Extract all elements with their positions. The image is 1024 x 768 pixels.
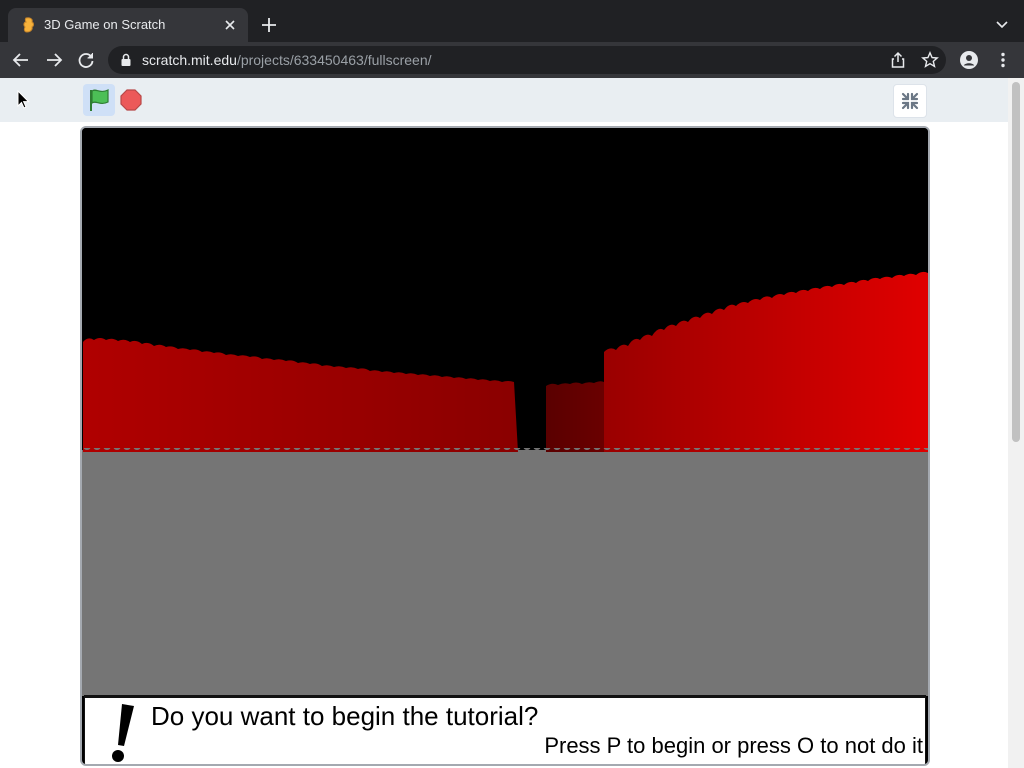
tab-strip: 3D Game on Scratch <box>0 0 1024 42</box>
green-flag-button[interactable] <box>83 84 115 116</box>
game-3d-view <box>82 128 928 696</box>
exclamation-icon <box>112 704 134 762</box>
floor <box>82 450 928 696</box>
exit-fullscreen-button[interactable] <box>893 84 927 118</box>
forward-arrow-icon[interactable] <box>45 51 63 69</box>
center-wall <box>546 381 604 452</box>
browser-tab[interactable]: 3D Game on Scratch <box>8 8 248 42</box>
tutorial-hint: Press P to begin or press O to not do it <box>544 733 923 758</box>
page-scrollbar[interactable] <box>1008 78 1024 768</box>
mouse-pointer-icon <box>17 90 30 109</box>
new-tab-icon[interactable] <box>260 16 278 34</box>
stop-sign-button[interactable] <box>120 89 142 111</box>
tutorial-question: Do you want to begin the tutorial? <box>151 701 539 731</box>
address-bar[interactable]: scratch.mit.edu/projects/633450463/fulls… <box>108 46 946 74</box>
reload-icon[interactable] <box>77 51 95 69</box>
tab-search-chevron-icon[interactable] <box>994 16 1010 32</box>
more-menu-icon[interactable] <box>994 51 1012 69</box>
url-path: /projects/633450463/fullscreen/ <box>236 52 432 68</box>
player-controls-bar <box>0 78 1008 122</box>
close-tab-icon[interactable] <box>222 17 238 33</box>
scrollbar-thumb[interactable] <box>1012 82 1020 442</box>
bookmark-star-icon[interactable] <box>921 51 939 69</box>
url-text[interactable]: scratch.mit.edu/projects/633450463/fulls… <box>142 52 432 68</box>
tutorial-dialog: Do you want to begin the tutorial? Press… <box>84 695 926 764</box>
lock-icon[interactable] <box>120 53 132 67</box>
green-flag-icon <box>90 89 109 111</box>
browser-toolbar: scratch.mit.edu/projects/633450463/fulls… <box>0 42 1024 78</box>
tab-title: 3D Game on Scratch <box>44 17 166 32</box>
profile-icon[interactable] <box>960 51 978 69</box>
url-host: scratch.mit.edu <box>142 52 237 68</box>
share-icon[interactable] <box>889 51 907 69</box>
game-stage[interactable]: Do you want to begin the tutorial? Press… <box>80 126 930 766</box>
back-arrow-icon[interactable] <box>12 51 30 69</box>
exit-fullscreen-icon <box>901 92 919 110</box>
scratch-favicon-icon <box>23 17 34 33</box>
wall-floor-seam <box>82 448 928 454</box>
